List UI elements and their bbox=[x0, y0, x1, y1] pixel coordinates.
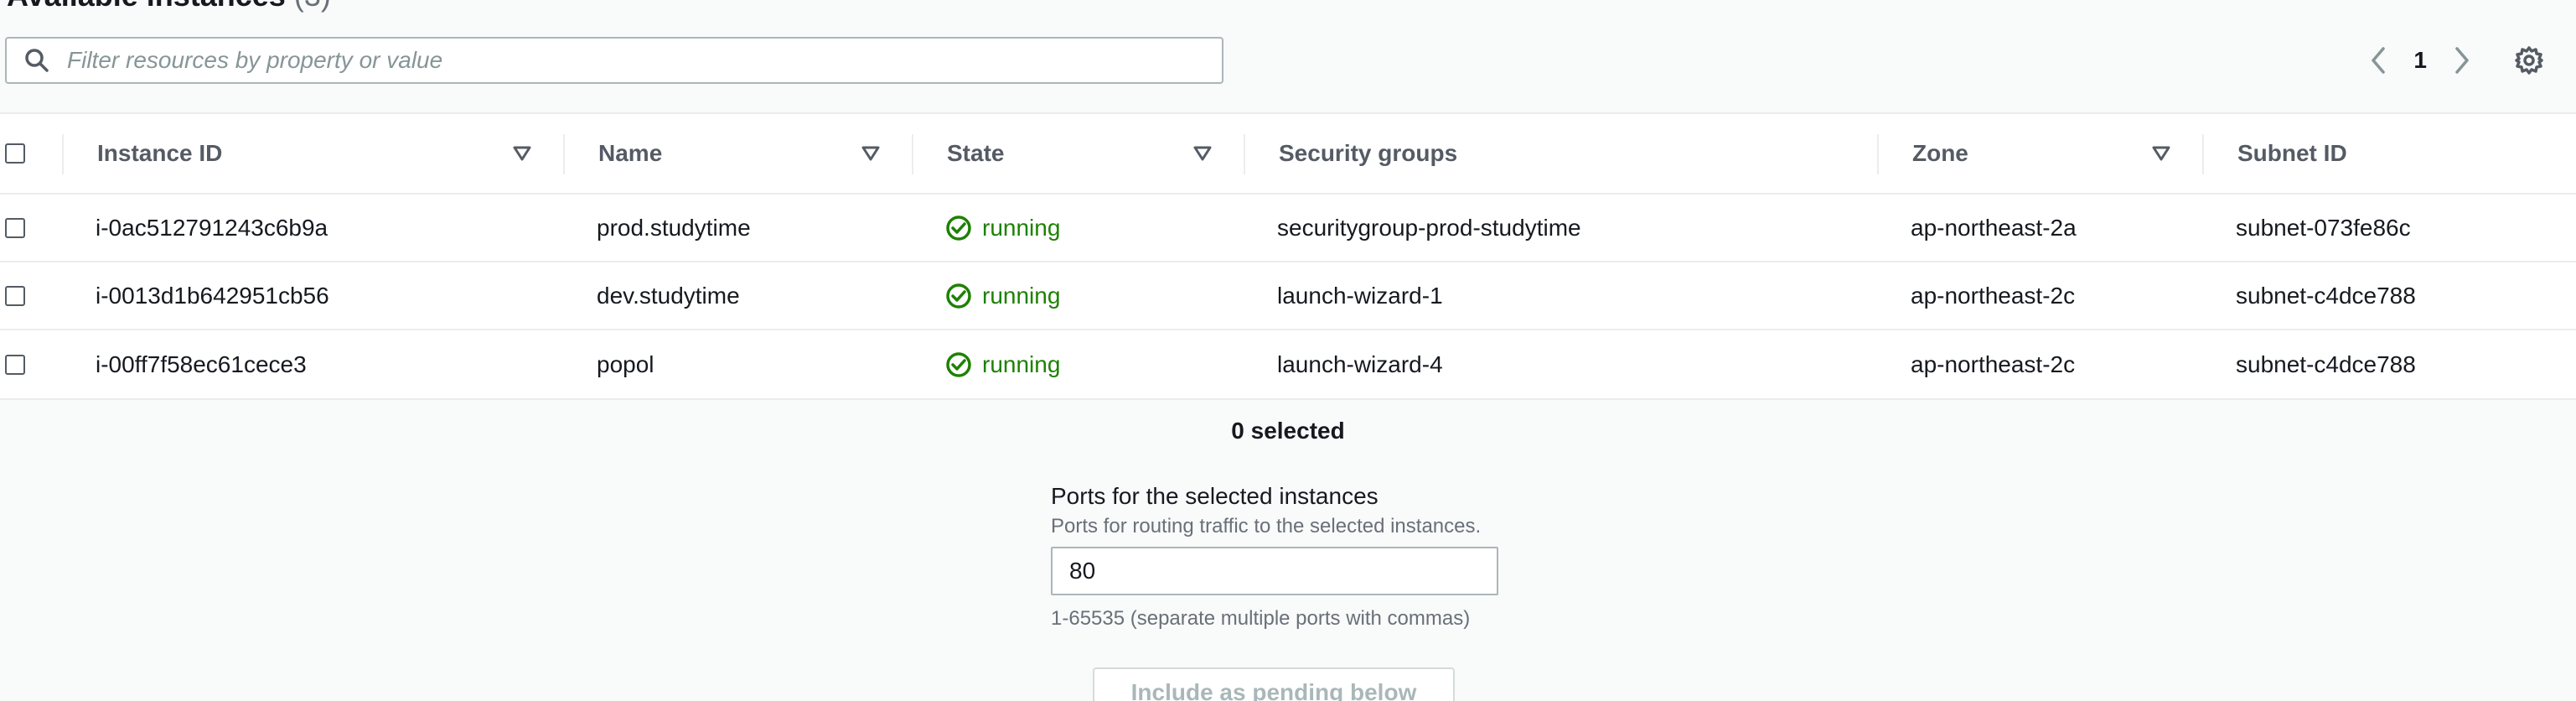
cell-instance-id: i-0013d1b642951cb56 bbox=[96, 282, 329, 309]
filter-search-input[interactable] bbox=[65, 46, 1208, 75]
cell-subnet-id: subnet-073fe86c bbox=[2236, 214, 2411, 241]
include-as-pending-button[interactable]: Include as pending below bbox=[1093, 667, 1455, 701]
row-checkbox[interactable] bbox=[5, 354, 25, 375]
instances-table: Instance ID Name State Security groups Z… bbox=[0, 114, 2576, 400]
column-divider bbox=[2202, 134, 2204, 174]
section-title: Available instances (3) bbox=[7, 0, 331, 13]
gear-icon bbox=[2515, 46, 2543, 75]
caret-down-icon[interactable] bbox=[861, 114, 880, 193]
row-select-cell bbox=[5, 330, 25, 398]
row-select-cell bbox=[5, 195, 25, 261]
table-header-row: Instance ID Name State Security groups Z… bbox=[0, 114, 2576, 195]
column-header-subnet-id[interactable]: Subnet ID bbox=[2237, 114, 2347, 193]
cell-zone: ap-northeast-2a bbox=[1911, 214, 2077, 241]
ports-input[interactable] bbox=[1051, 547, 1498, 595]
cell-state: running bbox=[945, 195, 1060, 261]
cell-state: running bbox=[945, 262, 1060, 329]
cell-instance-id: i-00ff7f58ec61cece3 bbox=[96, 350, 307, 377]
cell-security-groups: securitygroup-prod-studytime bbox=[1277, 214, 1581, 241]
section-title-text: Available instances bbox=[7, 0, 286, 13]
cell-name: prod.studytime bbox=[597, 214, 751, 241]
cell-name: dev.studytime bbox=[597, 282, 740, 309]
cell-name: popol bbox=[597, 350, 654, 377]
selected-count: 0 selected bbox=[1231, 418, 1345, 444]
select-all-checkbox[interactable] bbox=[5, 143, 25, 164]
column-header-name[interactable]: Name bbox=[598, 114, 662, 193]
table-row[interactable]: i-00ff7f58ec61cece3 popol running launch… bbox=[0, 330, 2576, 398]
cell-security-groups: launch-wizard-1 bbox=[1277, 282, 1443, 309]
state-label: running bbox=[982, 350, 1061, 377]
column-header-instance-id[interactable]: Instance ID bbox=[97, 114, 222, 193]
cell-instance-id: i-0ac512791243c6b9a bbox=[96, 214, 328, 241]
pagination: 1 bbox=[2361, 37, 2576, 84]
check-circle-icon bbox=[945, 351, 972, 378]
next-page-button[interactable] bbox=[2445, 37, 2479, 84]
cell-security-groups: launch-wizard-4 bbox=[1277, 350, 1443, 377]
cell-zone: ap-northeast-2c bbox=[1911, 282, 2076, 309]
column-header-security-groups[interactable]: Security groups bbox=[1279, 114, 1457, 193]
chevron-left-icon bbox=[2372, 47, 2386, 74]
table-row[interactable]: i-0013d1b642951cb56 dev.studytime runnin… bbox=[0, 262, 2576, 330]
ports-form-field: Ports for the selected instances Ports f… bbox=[1051, 483, 1520, 631]
check-circle-icon bbox=[945, 215, 972, 241]
caret-down-icon[interactable] bbox=[513, 114, 531, 193]
row-checkbox[interactable] bbox=[5, 217, 25, 238]
row-checkbox[interactable] bbox=[5, 285, 25, 306]
cell-subnet-id: subnet-c4dce788 bbox=[2236, 350, 2416, 377]
target-group-register-targets: Available instances (3) 1 bbox=[0, 0, 2576, 701]
previous-page-button[interactable] bbox=[2361, 37, 2395, 84]
chevron-right-icon bbox=[2455, 47, 2469, 74]
column-divider bbox=[563, 134, 565, 174]
column-divider bbox=[62, 134, 64, 174]
ports-constraint-hint: 1-65535 (separate multiple ports with co… bbox=[1051, 607, 1471, 630]
column-header-zone[interactable]: Zone bbox=[1912, 114, 1968, 193]
check-circle-icon bbox=[945, 283, 972, 309]
caret-down-icon[interactable] bbox=[2152, 114, 2170, 193]
select-all-cell bbox=[5, 114, 25, 193]
ports-description: Ports for routing traffic to the selecte… bbox=[1051, 515, 1482, 537]
state-label: running bbox=[982, 214, 1061, 241]
column-divider bbox=[1244, 134, 1245, 174]
column-header-state[interactable]: State bbox=[947, 114, 1004, 193]
section-title-count: (3) bbox=[294, 0, 331, 13]
cell-subnet-id: subnet-c4dce788 bbox=[2236, 282, 2416, 309]
filter-search-box[interactable] bbox=[5, 37, 1223, 84]
preferences-button[interactable] bbox=[2512, 37, 2546, 84]
ports-label: Ports for the selected instances bbox=[1051, 483, 1379, 509]
cell-state: running bbox=[945, 330, 1060, 398]
row-select-cell bbox=[5, 262, 25, 329]
caret-down-icon[interactable] bbox=[1193, 114, 1212, 193]
column-divider bbox=[1877, 134, 1879, 174]
column-divider bbox=[912, 134, 913, 174]
search-icon bbox=[23, 47, 50, 74]
table-row[interactable]: i-0ac512791243c6b9a prod.studytime runni… bbox=[0, 195, 2576, 262]
state-label: running bbox=[982, 282, 1061, 309]
cell-zone: ap-northeast-2c bbox=[1911, 350, 2076, 377]
current-page-number[interactable]: 1 bbox=[2413, 47, 2427, 74]
